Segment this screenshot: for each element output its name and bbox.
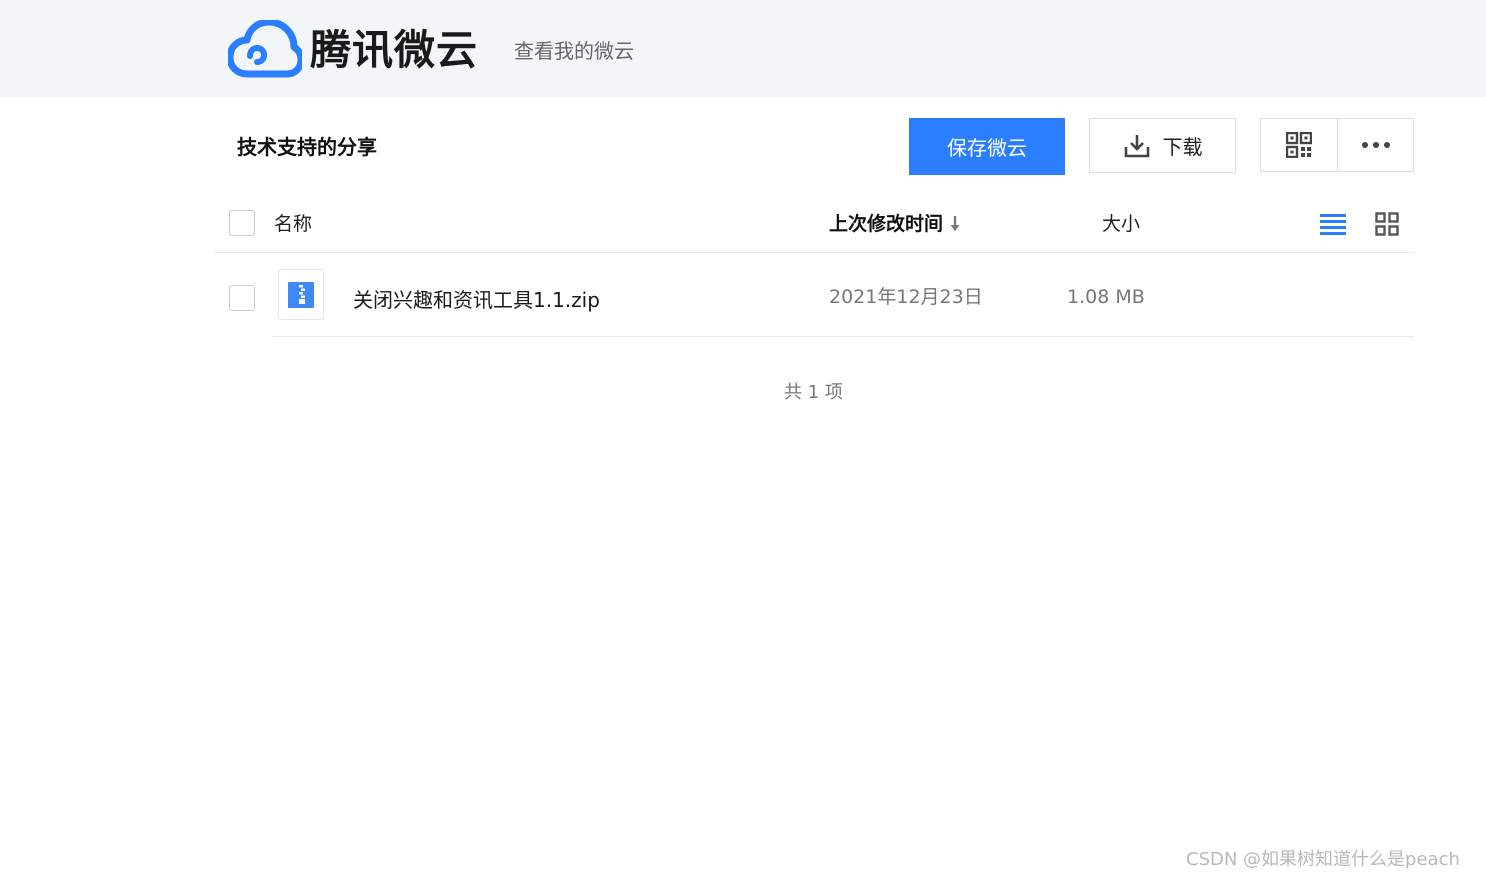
brand-name: 腾讯微云 — [310, 26, 478, 74]
more-button[interactable] — [1337, 119, 1413, 171]
column-modified-header[interactable]: 上次修改时间 — [829, 211, 961, 237]
zip-file-icon — [288, 281, 314, 308]
column-modified-label: 上次修改时间 — [829, 213, 944, 235]
row-checkbox[interactable] — [229, 285, 255, 311]
watermark-text: CSDN @如果树知道什么是peach — [1186, 849, 1460, 870]
weiyun-logo[interactable] — [228, 20, 302, 78]
share-title: 技术支持的分享 — [237, 135, 377, 159]
file-modified: 2021年12月23日 — [829, 286, 983, 308]
extra-actions-group — [1260, 118, 1414, 172]
column-size-header[interactable]: 大小 — [1102, 211, 1140, 237]
top-header: 腾讯微云 查看我的微云 — [0, 0, 1486, 97]
file-name[interactable]: 关闭兴趣和资讯工具1.1.zip — [353, 287, 600, 313]
download-icon — [1124, 134, 1149, 157]
cloud-logo-icon — [228, 20, 302, 78]
more-icon — [1361, 142, 1390, 148]
total-count: 共 1 项 — [784, 382, 843, 403]
grid-view-toggle[interactable] — [1375, 212, 1399, 240]
save-to-weiyun-button[interactable]: 保存微云 — [909, 118, 1065, 175]
download-label: 下载 — [1162, 135, 1203, 159]
arrow-down-icon — [950, 216, 960, 231]
file-icon-box — [278, 269, 324, 320]
qrcode-button[interactable] — [1261, 119, 1337, 171]
file-size: 1.08 MB — [1067, 286, 1145, 308]
column-name-header[interactable]: 名称 — [274, 211, 312, 237]
select-all-checkbox[interactable] — [229, 210, 255, 236]
list-view-icon — [1320, 214, 1346, 235]
row-divider — [272, 336, 1414, 337]
view-my-weiyun-link[interactable]: 查看我的微云 — [514, 38, 634, 64]
download-button[interactable]: 下载 — [1089, 118, 1236, 173]
header-divider — [214, 252, 1414, 253]
grid-view-icon — [1375, 212, 1399, 236]
list-view-toggle[interactable] — [1320, 212, 1346, 240]
qrcode-icon — [1286, 132, 1312, 158]
